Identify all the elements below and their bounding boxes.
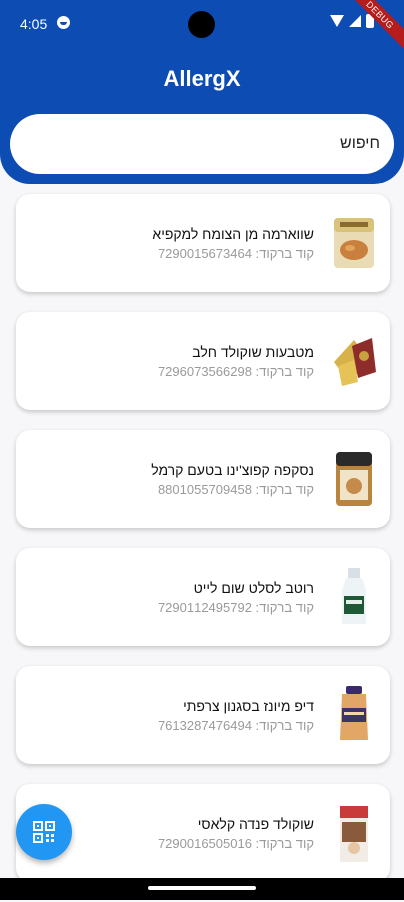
product-info: שווארמה מן הצומח למקפיא קוד ברקוד: 72900… [152,225,314,263]
product-card[interactable]: רוטב לסלט שום לייט קוד ברקוד: 7290112495… [16,548,390,646]
system-nav-bar [0,878,404,900]
product-image [328,450,380,508]
product-info: רוטב לסלט שום לייט קוד ברקוד: 7290112495… [158,579,314,617]
product-name: נסקפה קפוצ'ינו בטעם קרמל [151,462,314,478]
system-icons [330,14,374,28]
product-card[interactable]: מטבעות שוקולד חלב קוד ברקוד: 72960735662… [16,312,390,410]
product-barcode: קוד ברקוד: 8801055709458 [157,482,314,497]
product-name: רוטב לסלט שום לייט [193,580,314,596]
search-input[interactable] [10,114,394,174]
product-name: שווארמה מן הצומח למקפיא [152,226,314,242]
camera-cutout [188,11,215,38]
product-image [328,332,380,390]
product-info: מטבעות שוקולד חלב קוד ברקוד: 72960735662… [158,343,314,381]
qr-code-scan-icon [33,821,55,843]
product-info: שוקולד פנדה קלאסי קוד ברקוד: 72900165050… [158,815,314,853]
product-card[interactable]: שווארמה מן הצומח למקפיא קוד ברקוד: 72900… [16,194,390,292]
home-gesture-handle[interactable] [148,886,256,890]
product-info: נסקפה קפוצ'ינו בטעם קרמל קוד ברקוד: 8801… [151,461,314,499]
product-name: מטבעות שוקולד חלב [192,344,314,360]
status-time: 4:05 [20,16,48,32]
product-barcode: קוד ברקוד: 7290112495792 [157,600,314,615]
app-title: AllergX [163,66,241,91]
app-notification-icon [57,16,70,29]
wifi-icon [330,15,344,27]
product-image [328,804,380,862]
product-image [328,568,380,626]
product-name: דיפ מיונז בסגנון צרפתי [183,698,314,714]
product-barcode: קוד ברקוד: 7290015673464 [157,246,314,261]
product-barcode: קוד ברקוד: 7613287476494 [157,718,314,733]
product-list[interactable]: שווארמה מן הצומח למקפיא קוד ברקוד: 72900… [16,194,390,902]
product-image [328,686,380,744]
scan-button[interactable] [16,804,72,860]
product-card[interactable]: שוקולד פנדה קלאסי קוד ברקוד: 72900165050… [16,784,390,882]
product-barcode: קוד ברקוד: 7290016505016 [157,836,314,851]
product-name: שוקולד פנדה קלאסי [197,816,314,832]
product-barcode: קוד ברקוד: 7296073566298 [157,364,314,379]
app-bar: AllergX [0,48,404,184]
status-bar: 4:05 DEBUG [0,0,404,56]
product-image [328,214,380,272]
product-card[interactable]: נסקפה קפוצ'ינו בטעם קרמל קוד ברקוד: 8801… [16,430,390,528]
search-box[interactable] [10,114,394,174]
product-info: דיפ מיונז בסגנון צרפתי קוד ברקוד: 761328… [158,697,314,735]
signal-icon [349,15,361,27]
product-card[interactable]: דיפ מיונז בסגנון צרפתי קוד ברקוד: 761328… [16,666,390,764]
